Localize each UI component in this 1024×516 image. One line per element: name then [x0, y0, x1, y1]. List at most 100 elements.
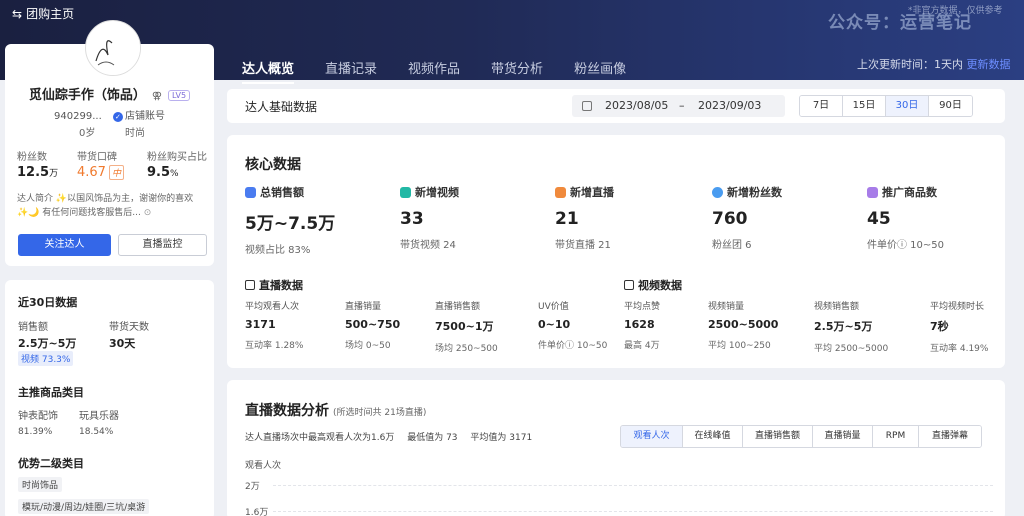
expand-icon[interactable]: ⊙ — [144, 208, 152, 218]
video-data-title: 视频数据 — [624, 277, 682, 293]
last-update-text: 上次更新时间：1天内 — [857, 58, 963, 71]
sales-label: 销售额 — [18, 322, 48, 333]
range-15-days[interactable]: 15日 — [843, 96, 886, 116]
intro-line-1: 达人简介 ✨以国风饰品为主，谢谢你的喜欢 — [17, 194, 194, 204]
live-analysis-title: 直播数据分析 (所选时间共 21场直播) — [245, 403, 427, 419]
creator-name: 觅仙踪手作（饰品） ⚢ LV5 — [5, 84, 214, 103]
summary-max: 达人直播场次中最高观看人次为1.6万 — [245, 433, 395, 443]
swap-arrows-icon: ⇆ — [12, 6, 23, 21]
fans-label: 粉丝数 — [17, 152, 47, 163]
start-date: 2023/08/05 — [605, 99, 669, 112]
video-share-pill: 视频 73.3% — [18, 351, 74, 366]
tab-fan-portrait[interactable]: 粉丝画像 — [574, 58, 626, 84]
gender-icon: ⚢ — [151, 91, 162, 102]
main-tabs: 达人概览 直播记录 视频作品 带货分析 粉丝画像 — [242, 58, 657, 84]
gridline — [273, 511, 993, 512]
category-1-percent: 81.39% — [18, 427, 53, 437]
category: 时尚 — [125, 128, 145, 139]
back-to-group-home-link[interactable]: ⇆ 团购主页 — [12, 5, 74, 22]
intro-line-2: ✨🌙 有任何问题找客服售后... ⊙ — [17, 208, 152, 218]
metric-new-videos: 新增视频 33 带货视频 24 — [400, 186, 459, 251]
goods-icon — [867, 186, 878, 198]
tab-sales-analysis[interactable]: 带货分析 — [491, 58, 543, 84]
shop-account-tag: ✓ 店铺账号 — [112, 111, 165, 122]
sales-icon — [245, 186, 256, 198]
fan-buy-label: 粉丝购买占比 — [147, 152, 207, 163]
summary-avg: 平均值为 3171 — [470, 433, 533, 443]
verified-check-icon: ✓ — [112, 112, 123, 122]
live-monitor-button[interactable]: 直播监控 — [118, 234, 207, 256]
video-avg-likes: 平均点赞 1628 最高 4万 — [624, 302, 661, 351]
seg-rpm[interactable]: RPM — [873, 426, 919, 447]
avatar-logo-icon — [87, 22, 140, 75]
live-analysis-note: (所选时间共 21场直播) — [333, 408, 427, 418]
video-data-icon — [624, 280, 634, 290]
category-2: 玩具乐器 — [79, 411, 119, 422]
live-data-icon — [245, 280, 255, 290]
creator-name-text: 觅仙踪手作（饰品） — [28, 88, 146, 103]
live-uv-value: UV价值 0~10 件单价ⓘ 10~50 — [538, 302, 608, 351]
metric-segment-control: 观看人次 在线峰值 直播销售额 直播销量 RPM 直播弹幕 — [620, 425, 982, 448]
update-data-link[interactable]: 更新数据 — [967, 58, 1011, 71]
tab-videos[interactable]: 视频作品 — [408, 58, 460, 84]
reputation-label: 带货口碑 — [77, 152, 117, 163]
basic-data-bar: 达人基础数据 2023/08/05 – 2023/09/03 7日 15日 30… — [227, 89, 1005, 123]
sub-category-title: 优势二级类目 — [18, 457, 84, 470]
fans-value: 12.5万 — [17, 165, 59, 180]
calendar-icon — [582, 101, 592, 111]
video-sales-amount: 视频销售额 2.5万~5万 平均 2500~5000 — [814, 302, 889, 354]
profile-card: 觅仙踪手作（饰品） ⚢ LV5 940299... ✓ 店铺账号 0岁 时尚 粉丝数 … — [5, 20, 214, 266]
range-7-days[interactable]: 7日 — [800, 96, 843, 116]
metric-new-lives: 新增直播 21 带货直播 21 — [555, 186, 614, 251]
age: 0岁 — [79, 128, 96, 139]
live-sales-volume: 直播销量 500~750 场均 0~50 — [345, 302, 401, 351]
creator-id: 940299... — [54, 111, 102, 122]
watermark: 公众号：运营笔记 — [828, 13, 972, 33]
y-tick-16k: 1.6万 — [245, 508, 269, 516]
video-avg-duration: 平均视频时长 7秒 互动率 4.19% — [930, 302, 989, 354]
seg-peak-online[interactable]: 在线峰值 — [683, 426, 743, 447]
live-data-title: 直播数据 — [245, 277, 303, 293]
sales-days-label: 带货天数 — [109, 322, 149, 333]
category-1: 钟表配饰 — [18, 411, 58, 422]
date-separator: – — [679, 99, 685, 112]
creator-intro: 达人简介 ✨以国风饰品为主，谢谢你的喜欢 ✨🌙 有任何问题找客服售后... ⊙ — [17, 192, 207, 220]
creator-id-row: 940299... ✓ 店铺账号 — [5, 107, 214, 122]
back-link-label: 团购主页 — [26, 7, 75, 21]
live-avg-viewers: 平均观看人次 3171 互动率 1.28% — [245, 302, 304, 351]
sub-category-chip-1: 时尚饰品 — [18, 477, 63, 492]
metric-new-fans: 新增粉丝数 760 粉丝团 6 — [712, 186, 782, 251]
live-analysis-card: 直播数据分析 (所选时间共 21场直播) 达人直播场次中最高观看人次为1.6万 最… — [227, 380, 1005, 516]
last-30-days-panel: 近30日数据 销售额 带货天数 2.5万~5万 30天 视频 73.3% 主推商… — [5, 280, 214, 516]
live-icon — [555, 186, 566, 198]
avatar[interactable] — [85, 20, 141, 76]
seg-live-comments[interactable]: 直播弹幕 — [919, 426, 981, 447]
update-info: 上次更新时间：1天内 更新数据 — [857, 56, 1011, 72]
range-toggle: 7日 15日 30日 90日 — [799, 95, 973, 117]
fans-icon — [712, 186, 723, 198]
seg-live-sales-amount[interactable]: 直播销售额 — [743, 426, 813, 447]
tab-overview[interactable]: 达人概览 — [242, 58, 295, 84]
main-category-title: 主推商品类目 — [18, 386, 84, 399]
seg-viewers[interactable]: 观看人次 — [621, 426, 683, 447]
range-90-days[interactable]: 90日 — [929, 96, 972, 116]
sales-days-value: 30天 — [109, 337, 136, 350]
follow-creator-button[interactable]: 关注达人 — [18, 234, 111, 256]
reputation-tag: 中 — [108, 165, 124, 180]
metric-total-sales: 总销售额 5万~7.5万 视频占比 83% — [245, 186, 336, 256]
core-data-card: 核心数据 总销售额 5万~7.5万 视频占比 83% 新增视频 33 带货视频 … — [227, 135, 1005, 368]
seg-live-sales-volume[interactable]: 直播销量 — [813, 426, 873, 447]
date-range-picker[interactable]: 2023/08/05 – 2023/09/03 — [572, 95, 785, 117]
gridline — [273, 485, 993, 486]
fan-buy-value: 9.5% — [147, 165, 179, 180]
end-date: 2023/09/03 — [698, 99, 762, 112]
category-2-percent: 18.54% — [79, 427, 114, 437]
tab-live-records[interactable]: 直播记录 — [325, 58, 377, 84]
live-sales-amount: 直播销售额 7500~1万 场均 250~500 — [435, 302, 498, 354]
range-30-days[interactable]: 30日 — [886, 96, 929, 116]
summary-min: 最低值为 73 — [407, 433, 458, 443]
live-summary: 达人直播场次中最高观看人次为1.6万 最低值为 73 平均值为 3171 — [245, 430, 542, 443]
sub-category-chip-2: 模玩/动漫/周边/娃圈/三坑/桌游 — [18, 499, 150, 514]
basic-data-title: 达人基础数据 — [245, 100, 318, 114]
level-badge: LV5 — [167, 90, 191, 101]
